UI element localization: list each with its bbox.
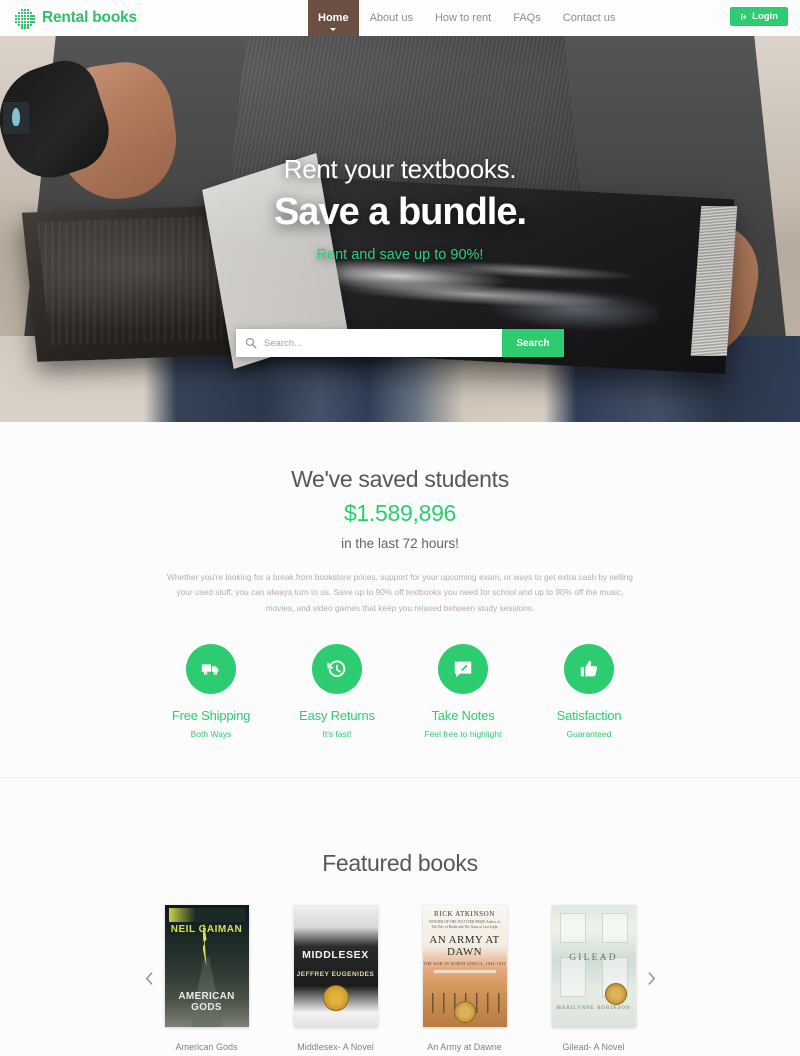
feature-title: Take Notes bbox=[431, 708, 495, 724]
hero-search-bar: Search bbox=[236, 329, 564, 357]
feature-free-shipping: Free Shipping Both Ways bbox=[148, 644, 274, 739]
feature-title: Satisfaction bbox=[556, 708, 622, 724]
nav-label-contact-us: Contact us bbox=[562, 12, 616, 24]
book-card[interactable]: RICK ATKINSON WINNER OF THE PULITZER PRI… bbox=[422, 905, 507, 1056]
search-input[interactable] bbox=[264, 337, 502, 349]
savings-subtitle: in the last 72 hours! bbox=[341, 536, 459, 551]
history-icon bbox=[327, 660, 346, 678]
cover-bar-art bbox=[432, 969, 497, 975]
cover-window-pane bbox=[559, 913, 586, 944]
feature-title: Easy Returns bbox=[299, 708, 375, 724]
books-carousel: NEIL GAIMAN AMERICAN GODS American Gods … bbox=[0, 905, 800, 1056]
cover-author-text: RICK ATKINSON bbox=[434, 910, 495, 919]
savings-title: We've saved students bbox=[291, 466, 509, 492]
dot-grid-logo-icon bbox=[14, 8, 35, 29]
brand-logo[interactable]: Rental books bbox=[0, 0, 137, 36]
book-title: An Army at Dawne bbox=[427, 1042, 502, 1053]
cover-title-text: AN ARMY AT DAWN bbox=[429, 934, 500, 959]
sign-in-icon bbox=[741, 13, 747, 20]
feature-easy-returns: Easy Returns It's fast! bbox=[274, 644, 400, 739]
books-list: NEIL GAIMAN AMERICAN GODS American Gods … bbox=[0, 905, 800, 1056]
main-nav: Home About us How to rent FAQs Contact u… bbox=[308, 0, 626, 36]
carousel-next-button[interactable] bbox=[640, 967, 662, 989]
nav-label-faqs: FAQs bbox=[513, 12, 541, 24]
login-label: Login bbox=[752, 11, 778, 22]
feature-icon-circle bbox=[186, 644, 236, 695]
feature-subtitle: It's fast! bbox=[322, 729, 352, 740]
cover-award-seal bbox=[604, 983, 627, 1006]
nav-label-how-to-rent: How to rent bbox=[434, 12, 492, 24]
chevron-left-icon bbox=[145, 971, 153, 985]
section-divider bbox=[0, 777, 800, 779]
nav-item-about-us[interactable]: About us bbox=[359, 0, 424, 36]
book-cover-gilead[interactable]: GILEAD MARILYNNE ROBINSON bbox=[551, 905, 636, 1028]
site-header: Rental books Home About us How to rent F… bbox=[0, 0, 800, 36]
cover-window-pane bbox=[601, 913, 628, 944]
feature-satisfaction: Satisfaction Guaranteed bbox=[526, 644, 652, 739]
cover-title-text: MIDDLESEX bbox=[302, 949, 369, 962]
hero-tagline: Rent and save up to 90%! bbox=[316, 246, 484, 263]
nav-item-home[interactable]: Home bbox=[308, 0, 359, 36]
feature-take-notes: Take Notes Feel free to highlight bbox=[400, 644, 526, 739]
cover-band bbox=[168, 908, 245, 923]
book-card[interactable]: GILEAD MARILYNNE ROBINSON Gilead- A Nove… bbox=[551, 905, 636, 1056]
book-cover-middlesex[interactable]: MIDDLESEX JEFFREY EUGENIDES bbox=[293, 905, 378, 1028]
savings-section: We've saved students $1.589,896 in the l… bbox=[0, 422, 800, 817]
cover-window-pane bbox=[559, 957, 586, 998]
feature-subtitle: Guaranteed bbox=[566, 729, 612, 740]
book-title: American Gods bbox=[175, 1042, 238, 1053]
login-button[interactable]: Login bbox=[730, 7, 788, 26]
feature-icon-circle bbox=[438, 644, 488, 695]
comment-edit-icon bbox=[454, 661, 472, 678]
cover-award-seal bbox=[453, 1001, 476, 1024]
search-button[interactable]: Search bbox=[502, 329, 564, 357]
book-card[interactable]: NEIL GAIMAN AMERICAN GODS American Gods … bbox=[164, 905, 249, 1056]
nav-label-about-us: About us bbox=[369, 12, 413, 24]
featured-books-section: Featured books NEIL GAIMAN AMERICAN GODS… bbox=[0, 816, 800, 1056]
feature-subtitle: Feel free to highlight bbox=[424, 729, 502, 740]
nav-item-contact-us[interactable]: Contact us bbox=[552, 0, 627, 36]
feature-subtitle: Both Ways bbox=[190, 729, 232, 740]
nav-item-faqs[interactable]: FAQs bbox=[502, 0, 552, 36]
featured-books-title: Featured books bbox=[322, 850, 478, 877]
book-title: Gilead- A Novel bbox=[562, 1042, 625, 1053]
hero-copy: Rent your textbooks. Save a bundle. Rent… bbox=[0, 154, 800, 263]
book-cover-an-army-at-dawn[interactable]: RICK ATKINSON WINNER OF THE PULITZER PRI… bbox=[422, 905, 507, 1028]
book-card[interactable]: MIDDLESEX JEFFREY EUGENIDES Middlesex- A… bbox=[293, 905, 378, 1056]
hero-headline-small: Rent your textbooks. bbox=[283, 154, 517, 184]
cover-title-text: GILEAD bbox=[569, 953, 618, 964]
feature-icon-circle bbox=[312, 644, 362, 695]
page-root: Rental books Home About us How to rent F… bbox=[0, 0, 800, 1056]
book-title: Middlesex- A Novel bbox=[297, 1042, 374, 1053]
truck-icon bbox=[201, 664, 219, 675]
savings-amount: $1.589,896 bbox=[343, 500, 457, 526]
carousel-prev-button[interactable] bbox=[138, 967, 160, 989]
search-icon bbox=[245, 337, 257, 349]
cover-author-text: MARILYNNE ROBINSON bbox=[556, 1006, 631, 1012]
search-field[interactable] bbox=[236, 329, 502, 357]
hero-section: Rent your textbooks. Save a bundle. Rent… bbox=[0, 36, 800, 422]
cover-title-text: AMERICAN GODS bbox=[178, 991, 235, 1013]
feature-icon-circle bbox=[564, 644, 614, 695]
feature-title: Free Shipping bbox=[171, 708, 251, 724]
cover-author-text: JEFFREY EUGENIDES bbox=[296, 971, 375, 979]
cover-subtitle-text: THE WAR IN NORTH AFRICA, 1942-1943 bbox=[423, 961, 506, 967]
features-row: Free Shipping Both Ways Easy Returns It'… bbox=[0, 644, 800, 739]
cover-award-seal bbox=[322, 985, 349, 1012]
savings-paragraph: Whether you're looking for a break from … bbox=[167, 572, 633, 613]
chevron-right-icon bbox=[647, 971, 655, 985]
book-cover-american-gods[interactable]: NEIL GAIMAN AMERICAN GODS bbox=[164, 905, 249, 1028]
cover-blurb-text: WINNER OF THE PULITZER PRIZE Author of T… bbox=[428, 920, 501, 930]
hero-headline-large: Save a bundle. bbox=[273, 191, 527, 234]
nav-label-home: Home bbox=[318, 12, 349, 24]
caret-down-icon bbox=[330, 28, 337, 31]
brand-name: Rental books bbox=[42, 9, 137, 26]
nav-item-how-to-rent[interactable]: How to rent bbox=[424, 0, 502, 36]
cover-author-text: NEIL GAIMAN bbox=[170, 924, 243, 936]
thumbs-up-icon bbox=[580, 660, 598, 677]
